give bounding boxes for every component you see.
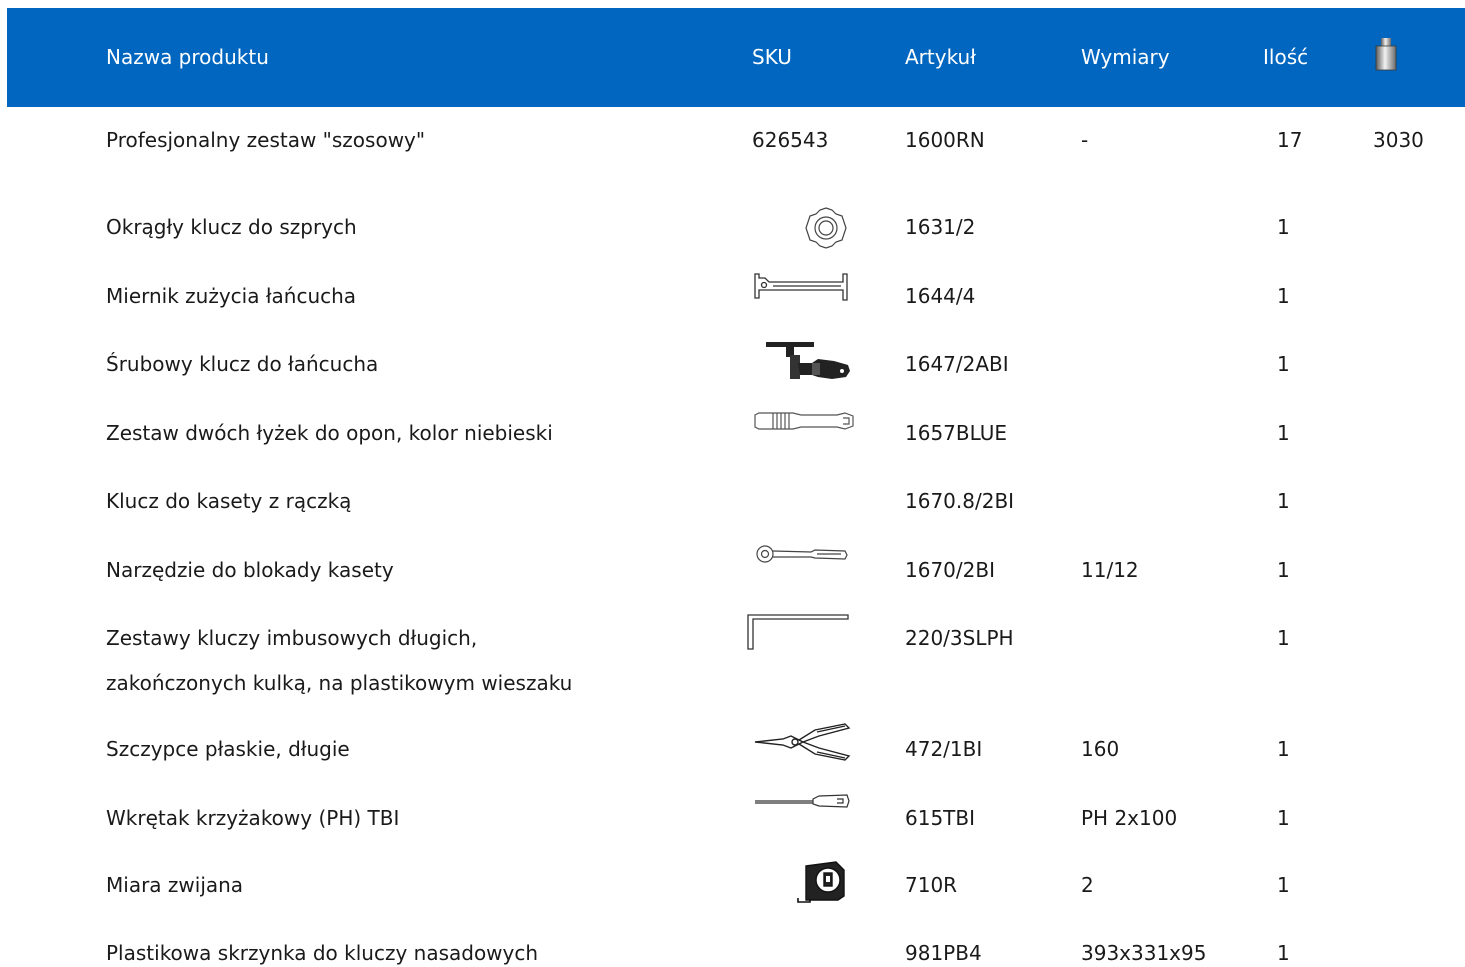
tyre-lever-icon — [753, 410, 855, 432]
product-weight: 3030 — [1373, 128, 1424, 152]
pliers-icon — [753, 722, 851, 762]
product-quantity: 1 — [1277, 558, 1290, 582]
chain-gauge-icon — [753, 272, 849, 302]
product-name: Miernik zużycia łańcucha — [106, 284, 357, 308]
product-dimensions: 393x331x95 — [1081, 941, 1207, 965]
product-dimensions: - — [1081, 128, 1089, 152]
product-sku: 626543 — [752, 128, 829, 152]
product-quantity: 1 — [1277, 806, 1290, 830]
hex-key-icon — [746, 613, 850, 651]
product-name-line-2: zakończonych kulką, na plastikowym wiesz… — [106, 671, 573, 695]
product-quantity: 1 — [1277, 421, 1290, 445]
product-quantity: 17 — [1277, 128, 1303, 152]
product-name: Zestaw dwóch łyżek do opon, kolor niebie… — [106, 421, 553, 445]
product-quantity: 1 — [1277, 873, 1290, 897]
chain-tool-icon — [764, 339, 852, 385]
product-article: 1670.8/2BI — [905, 489, 1015, 513]
product-quantity: 1 — [1277, 215, 1290, 239]
product-dimensions: 160 — [1081, 737, 1120, 761]
product-quantity: 1 — [1277, 737, 1290, 761]
product-article: 1670/2BI — [905, 558, 995, 582]
product-quantity: 1 — [1277, 941, 1290, 965]
product-dimensions: 11/12 — [1081, 558, 1139, 582]
product-name: Śrubowy klucz do łańcucha — [106, 352, 379, 376]
product-quantity: 1 — [1277, 489, 1290, 513]
product-name: Plastikowa skrzynka do kluczy nasadowych — [106, 941, 539, 965]
product-article: 615TBI — [905, 806, 976, 830]
spoke-wrench-icon — [804, 206, 848, 250]
product-name: Narzędzie do blokady kasety — [106, 558, 394, 582]
product-article: 981PB4 — [905, 941, 982, 965]
screwdriver-icon — [753, 792, 851, 810]
product-article: 1600RN — [905, 128, 985, 152]
product-quantity: 1 — [1277, 352, 1290, 376]
cassette-tool-icon — [753, 544, 849, 566]
product-name: Klucz do kasety z rączką — [106, 489, 352, 513]
product-name: Miara zwijana — [106, 873, 244, 897]
product-name: Szczypce płaskie, długie — [106, 737, 350, 761]
product-dimensions: PH 2x100 — [1081, 806, 1178, 830]
product-article: 710R — [905, 873, 958, 897]
product-table-body: Profesjonalny zestaw "szosowy" 626543 16… — [0, 0, 1465, 967]
product-article: 1631/2 — [905, 215, 976, 239]
product-article: 1647/2ABI — [905, 352, 1009, 376]
tape-measure-icon — [796, 858, 848, 904]
product-article: 220/3SLPH — [905, 626, 1014, 650]
product-name: Okrągły klucz do szprych — [106, 215, 357, 239]
product-article: 472/1BI — [905, 737, 983, 761]
product-quantity: 1 — [1277, 284, 1290, 308]
product-name-line-1: Zestawy kluczy imbusowych długich, — [106, 626, 478, 650]
product-article: 1657BLUE — [905, 421, 1008, 445]
product-quantity: 1 — [1277, 626, 1290, 650]
product-name: Wkrętak krzyżakowy (PH) TBI — [106, 806, 400, 830]
product-name: Profesjonalny zestaw "szosowy" — [106, 128, 426, 152]
product-article: 1644/4 — [905, 284, 976, 308]
product-dimensions: 2 — [1081, 873, 1094, 897]
